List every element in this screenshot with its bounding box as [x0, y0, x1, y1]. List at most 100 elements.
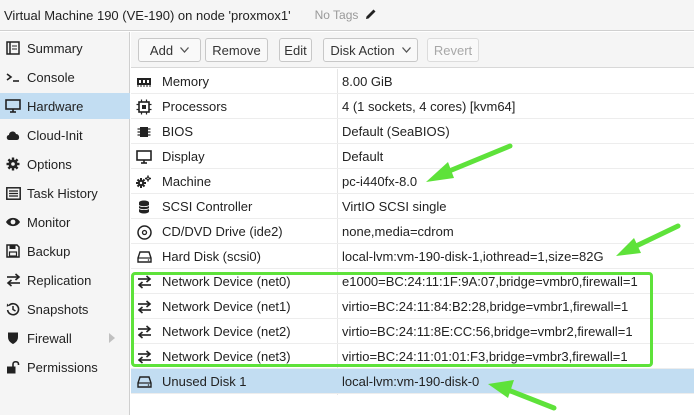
monitor-icon: [5, 98, 21, 114]
row-value: 4 (1 sockets, 4 cores) [kvm64]: [342, 99, 516, 114]
sidebar-item-replication[interactable]: Replication: [0, 267, 130, 293]
disk-action-button-label: Disk Action: [330, 42, 395, 58]
gear-icon: [5, 156, 21, 172]
task-list-icon: [5, 185, 21, 201]
table-row-selected[interactable]: Unused Disk 1 local-lvm:vm-190-disk-0: [131, 369, 694, 394]
table-row[interactable]: Network Device (net0) e1000=BC:24:11:1F:…: [131, 269, 694, 294]
chevron-down-icon: [180, 47, 190, 53]
sidebar: Summary Console Hardware Cloud-Init Opti…: [0, 32, 130, 415]
sidebar-item-cloud-init[interactable]: Cloud-Init: [0, 122, 130, 148]
sidebar-item-firewall[interactable]: Firewall: [0, 325, 130, 351]
row-value: virtio=BC:24:11:8E:CC:56,bridge=vmbr2,fi…: [342, 324, 633, 339]
add-button[interactable]: Add: [138, 38, 201, 62]
table-row[interactable]: BIOS Default (SeaBIOS): [131, 119, 694, 144]
row-name: Unused Disk 1: [162, 374, 247, 389]
row-name: BIOS: [162, 124, 194, 139]
sidebar-item-permissions[interactable]: Permissions: [0, 354, 130, 380]
row-value: Default: [342, 149, 384, 164]
hard-disk-icon: [136, 374, 152, 390]
row-value: virtio=BC:24:11:01:01:F3,bridge=vmbr3,fi…: [342, 349, 628, 364]
replication-icon: [5, 272, 21, 288]
eye-icon: [5, 214, 21, 230]
network-exchange-icon: [136, 324, 152, 340]
sidebar-item-hardware[interactable]: Hardware: [0, 93, 130, 119]
row-value: VirtIO SCSI single: [342, 199, 447, 214]
sidebar-item-label: Backup: [27, 243, 71, 259]
row-name: Network Device (net3): [162, 349, 291, 364]
network-exchange-icon: [136, 299, 152, 315]
remove-button-label: Remove: [212, 42, 261, 58]
unlock-icon: [5, 359, 21, 375]
console-icon: [5, 69, 21, 85]
chevron-right-icon[interactable]: [108, 332, 116, 344]
sidebar-item-label: Snapshots: [27, 301, 89, 317]
database-icon: [136, 199, 152, 215]
sidebar-item-label: Firewall: [27, 330, 72, 346]
history-icon: [5, 301, 21, 317]
table-row[interactable]: Hard Disk (scsi0) local-lvm:vm-190-disk-…: [131, 244, 694, 269]
sidebar-item-label: Task History: [27, 185, 98, 201]
row-value: pc-i440fx-8.0: [342, 174, 418, 189]
revert-button[interactable]: Revert: [427, 38, 479, 62]
sidebar-item-label: Summary: [27, 40, 83, 56]
row-name: SCSI Controller: [162, 199, 253, 214]
sidebar-item-summary[interactable]: Summary: [0, 35, 130, 61]
sidebar-item-options[interactable]: Options: [0, 151, 130, 177]
edit-button[interactable]: Edit: [279, 38, 312, 62]
sidebar-item-label: Console: [27, 69, 75, 85]
title-bar: Virtual Machine 190 (VE-190) on node 'pr…: [0, 0, 694, 31]
sidebar-item-label: Permissions: [27, 359, 98, 375]
row-name: CD/DVD Drive (ide2): [162, 224, 283, 239]
row-value: none,media=cdrom: [342, 224, 454, 239]
network-exchange-icon: [136, 274, 152, 290]
edit-button-label: Edit: [284, 42, 307, 58]
table-row[interactable]: Display Default: [131, 144, 694, 169]
remove-button[interactable]: Remove: [205, 38, 268, 62]
sidebar-item-snapshots[interactable]: Snapshots: [0, 296, 130, 322]
display-icon: [136, 149, 152, 165]
sidebar-item-label: Monitor: [27, 214, 71, 230]
chevron-down-icon: [401, 47, 411, 53]
row-name: Network Device (net1): [162, 299, 291, 314]
row-value: 8.00 GiB: [342, 74, 393, 89]
revert-button-label: Revert: [433, 42, 473, 58]
cdrom-icon: [136, 224, 152, 240]
toolbar: Add Remove Edit Disk Action Revert: [131, 32, 694, 68]
row-name: Memory: [162, 74, 209, 89]
row-name: Hard Disk (scsi0): [162, 249, 261, 264]
table-row[interactable]: Network Device (net3) virtio=BC:24:11:01…: [131, 344, 694, 369]
table-row[interactable]: Processors 4 (1 sockets, 4 cores) [kvm64…: [131, 94, 694, 119]
disk-action-button[interactable]: Disk Action: [323, 38, 418, 62]
floppy-icon: [5, 243, 21, 259]
row-name: Network Device (net0): [162, 274, 291, 289]
network-exchange-icon: [136, 349, 152, 365]
machine-cogs-icon: [136, 174, 152, 190]
table-row[interactable]: SCSI Controller VirtIO SCSI single: [131, 194, 694, 219]
row-name: Display: [162, 149, 205, 164]
row-name: Machine: [162, 174, 212, 189]
summary-icon: [5, 40, 21, 56]
row-name: Network Device (net2): [162, 324, 291, 339]
table-row[interactable]: Network Device (net1) virtio=BC:24:11:84…: [131, 294, 694, 319]
sidebar-item-monitor[interactable]: Monitor: [0, 209, 130, 235]
cpu-icon: [136, 99, 152, 115]
row-name: Processors: [162, 99, 228, 114]
table-row[interactable]: Network Device (net2) virtio=BC:24:11:8E…: [131, 319, 694, 344]
tags-field[interactable]: No Tags: [315, 8, 377, 22]
pencil-icon[interactable]: [365, 8, 377, 20]
sidebar-item-label: Replication: [27, 272, 92, 288]
sidebar-item-label: Options: [27, 156, 72, 172]
sidebar-item-task-history[interactable]: Task History: [0, 180, 130, 206]
add-button-label: Add: [149, 42, 174, 58]
sidebar-item-backup[interactable]: Backup: [0, 238, 130, 264]
tags-label: No Tags: [314, 8, 359, 22]
table-row[interactable]: Machine pc-i440fx-8.0: [131, 169, 694, 194]
bios-chip-icon: [136, 124, 152, 140]
table-row[interactable]: CD/DVD Drive (ide2) none,media=cdrom: [131, 219, 694, 244]
table-row[interactable]: Memory 8.00 GiB: [131, 69, 694, 94]
hard-disk-icon: [136, 249, 152, 265]
sidebar-item-console[interactable]: Console: [0, 64, 130, 90]
row-value: local-lvm:vm-190-disk-1,iothread=1,size=…: [342, 249, 604, 264]
shield-icon: [5, 330, 21, 346]
vm-title: Virtual Machine 190 (VE-190) on node 'pr…: [4, 7, 291, 23]
